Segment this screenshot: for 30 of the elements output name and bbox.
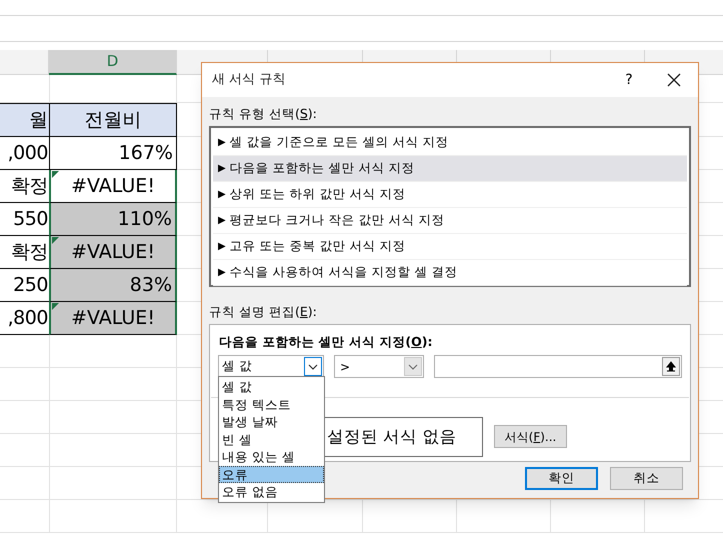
- cell-text: #VALUE!: [71, 240, 155, 265]
- section-label: 규칙 설명 편집(E):: [209, 304, 317, 320]
- section-label: 규칙 유형 선택(S):: [209, 106, 317, 122]
- panel-heading: 다음을 포함하는 셀만 서식 지정(O):: [219, 333, 432, 351]
- list-item[interactable]: ▶ 평균보다 크거나 작은 값만 서식 지정: [213, 208, 687, 234]
- cell-text: 167%: [118, 140, 173, 166]
- dropdown-option[interactable]: 셀 값: [219, 378, 324, 396]
- list-item[interactable]: ▶ 다음을 포함하는 셀만 서식 지정: [213, 156, 687, 182]
- format-button[interactable]: 서식(F)...: [494, 425, 567, 448]
- list-item[interactable]: ▶ 수식을 사용하여 서식을 지정할 셀 결정: [213, 260, 687, 286]
- rule-type-list[interactable]: ▶ 셀 값을 기준으로 모든 셀의 서식 지정 ▶ 다음을 포함하는 셀만 서식 지정 ▶ 상위 또는 하위 값만 서식 지정 ▶ 평균보다 크거나 작은 값만 서식 지정 ▶ 고유 또는 중복 값만 서식 지정 ▶ 수식을 사용하여 서식을 지정할 셀 결정: [209, 126, 691, 287]
- condition-dropdown[interactable]: 셀 값: [218, 355, 324, 378]
- dropdown-option[interactable]: 오류: [219, 466, 324, 483]
- ok-button[interactable]: 확인: [525, 467, 598, 490]
- cell-text: 110%: [118, 206, 172, 232]
- list-item[interactable]: ▶ 고유 또는 중복 값만 서식 지정: [213, 234, 687, 260]
- value-input-field[interactable]: [434, 355, 682, 378]
- help-button[interactable]: ?: [614, 65, 644, 95]
- cell-text: #VALUE!: [71, 174, 155, 199]
- cancel-button[interactable]: 취소: [610, 467, 683, 490]
- dropdown-option[interactable]: 오류 없음: [219, 483, 324, 500]
- operator-dropdown[interactable]: >: [334, 355, 424, 378]
- dropdown-option[interactable]: 특정 텍스트: [219, 396, 324, 413]
- table-cell: 월: [0, 103, 49, 137]
- cell-text: 83%: [130, 272, 172, 298]
- column-header[interactable]: D: [49, 50, 177, 75]
- table-cell: 전월비: [49, 103, 177, 137]
- cell-text: #VALUE!: [71, 306, 155, 331]
- list-item[interactable]: ▶ 상위 또는 하위 값만 서식 지정: [213, 182, 687, 208]
- window-title: 새 서식 규칙: [212, 71, 286, 90]
